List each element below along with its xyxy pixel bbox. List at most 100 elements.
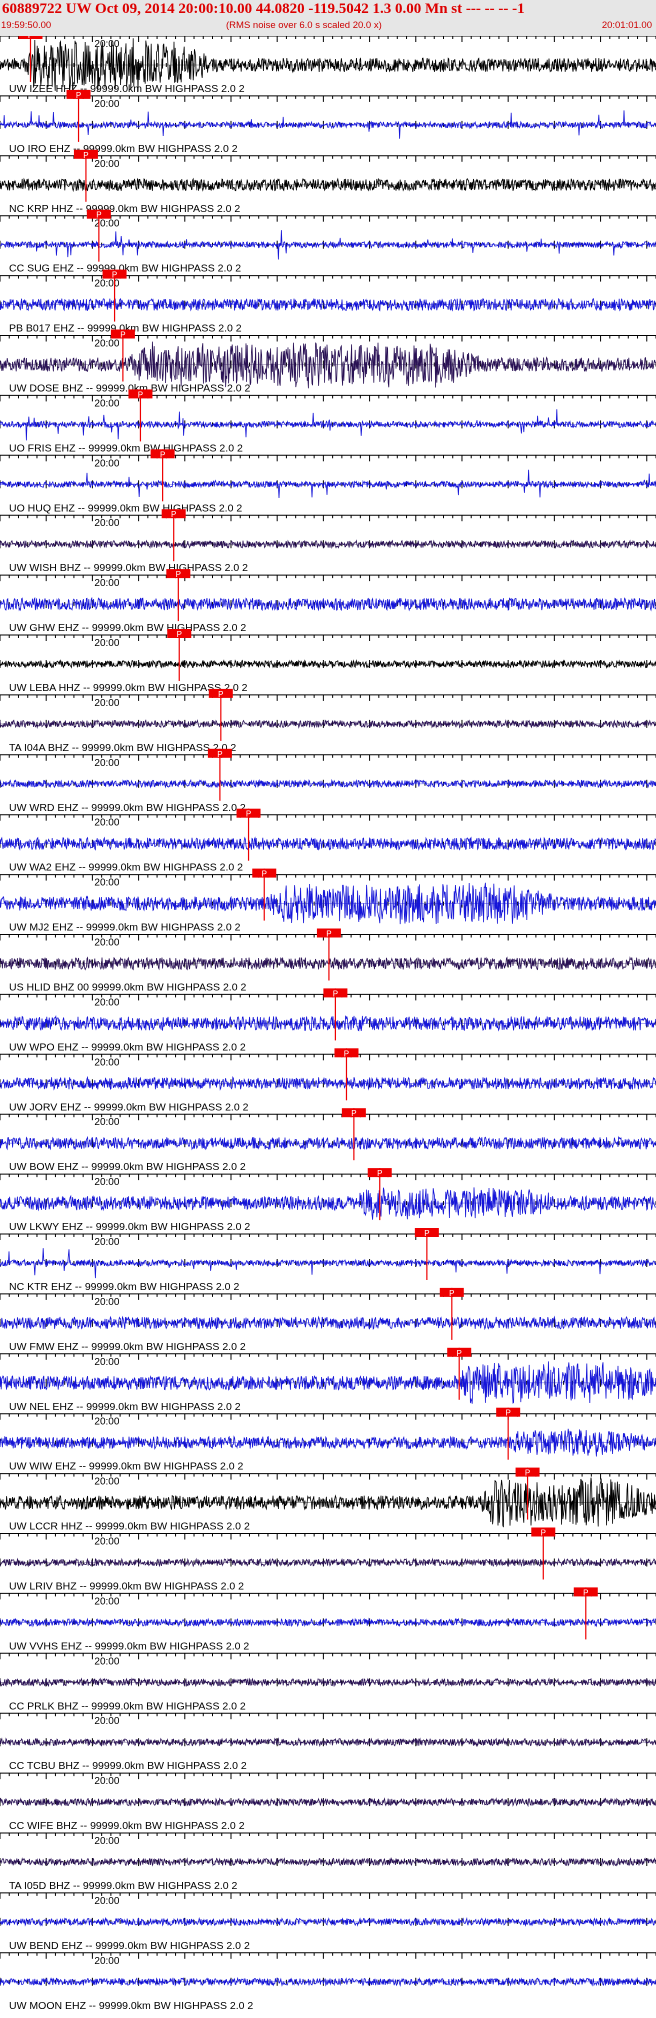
minute-mark-label: 20:00 xyxy=(94,339,119,350)
minute-mark-label: 20:00 xyxy=(94,1776,119,1787)
minute-mark-label: 20:00 xyxy=(94,159,119,170)
station-label: UW MJ2 EHZ -- 99999.0km BW HIGHPASS 2.0 … xyxy=(9,922,241,934)
pick-label: P xyxy=(112,271,117,280)
pick-label: P xyxy=(218,690,223,699)
waveform-trace xyxy=(0,409,656,441)
minute-mark-label: 20:00 xyxy=(94,1237,119,1248)
minute-mark-label: 20:00 xyxy=(94,1537,119,1548)
minute-mark-label: 20:00 xyxy=(94,279,119,290)
trace-row: 20:00 P UW LCCR HHZ -- 99999.0km BW HIGHPA… xyxy=(0,1467,656,1533)
trace-row: 20:00 P UW WPO EHZ -- 99999.0km BW HIGHPAS… xyxy=(0,988,656,1053)
station-label: UW LRIV BHZ -- 99999.0km BW HIGHPASS 2.0… xyxy=(9,1581,244,1593)
station-label: NC KRP HHZ -- 99999.0km BW HIGHPASS 2.0 … xyxy=(9,203,240,215)
trace-row: 20:00PUW IZEE HHZ -- 99999.0km BW HIGHPA… xyxy=(0,36,656,95)
trace-row: 20:00 P UW JORV EHZ -- 99999.0km BW HIGHPA… xyxy=(0,1048,656,1113)
page-title: 60889722 UW Oct 09, 2014 20:00:10.00 44.… xyxy=(2,1,525,17)
station-label: UW NEL EHZ -- 99999.0km BW HIGHPASS 2.0 … xyxy=(9,1401,241,1413)
station-label: TA I04A BHZ -- 99999.0km BW HIGHPASS 2.0… xyxy=(9,742,236,754)
pick-label: P xyxy=(217,750,222,759)
pick-label: P xyxy=(262,870,267,879)
trace-row: 20:00 CC WIFE BHZ -- 99999.0km BW HIGHPAS… xyxy=(0,1772,656,1832)
waveform-trace xyxy=(0,110,656,139)
station-label: UW IZEE HHZ -- 99999.0km BW HIGHPASS 2.0… xyxy=(9,83,245,95)
minute-mark-label: 20:00 xyxy=(94,938,119,949)
pick-label: P xyxy=(171,510,176,519)
pick-label: P xyxy=(505,1409,510,1418)
station-label: UO HUQ EHZ -- 99999.0km BW HIGHPASS 2.0 … xyxy=(9,502,242,514)
trace-row: 20:00 P UW WRD EHZ -- 99999.0km BW HIGHPAS… xyxy=(0,748,656,814)
station-label: UW LKWY EHZ -- 99999.0km BW HIGHPASS 2.0… xyxy=(9,1221,250,1233)
trace-row: 20:00 P UW NEL EHZ -- 99999.0km BW HIGHPAS… xyxy=(0,1347,656,1413)
trace-row: 20:00PPB B017 EHZ -- 99999.0km BW HIGHPA… xyxy=(0,269,656,335)
trace-row: 20:00 P UW LKWY EHZ -- 99999.0km BW HIGHPA… xyxy=(0,1168,656,1233)
station-label: UW FMW EHZ -- 99999.0km BW HIGHPASS 2.0 … xyxy=(9,1341,246,1353)
trace-row: 20:00 P TA I04A BHZ -- 99999.0km BW HIGHPA… xyxy=(0,688,656,754)
waveform-trace xyxy=(0,469,656,499)
header-bar: 60889722 UW Oct 09, 2014 20:00:10.00 44.… xyxy=(0,0,656,36)
minute-mark-label: 20:00 xyxy=(94,458,119,469)
pick-label: P xyxy=(83,151,88,160)
pick-label: P xyxy=(344,1049,349,1058)
station-label: UW WISH BHZ -- 99999.0km BW HIGHPASS 2.0… xyxy=(9,562,248,574)
trace-row: 20:00 P UW WIW EHZ -- 99999.0km BW HIGHPAS… xyxy=(0,1407,656,1473)
trace-row: 20:00 P UW BOW EHZ -- 99999.0km BW HIGHPAS… xyxy=(0,1108,656,1173)
minute-mark-label: 20:00 xyxy=(94,1417,119,1428)
trace-row: 20:00PUW LEBA HHZ -- 99999.0km BW HIGHPA… xyxy=(0,629,656,694)
trace-row: 20:00 P UW GHW EHZ -- 99999.0km BW HIGHPAS… xyxy=(0,569,656,634)
trace-row: 20:00 P NC KRP HHZ -- 99999.0km BW HIGHPAS… xyxy=(0,149,656,215)
trace-row: 20:00 P NC KTR EHZ -- 99999.0km BW HIGHPAS… xyxy=(0,1228,656,1293)
station-label: CC PRLK BHZ -- 99999.0km BW HIGHPASS 2.0… xyxy=(9,1700,246,1712)
minute-mark-label: 20:00 xyxy=(94,1836,119,1847)
station-label: TA I05D BHZ -- 99999.0km BW HIGHPASS 2.0… xyxy=(9,1880,238,1892)
trace-row: 20:00 P UW FMW EHZ -- 99999.0km BW HIGHPAS… xyxy=(0,1287,656,1353)
pick-label: P xyxy=(525,1469,530,1478)
trace-row: 20:00 P UW LRIV BHZ -- 99999.0km BW HIGHPA… xyxy=(0,1527,656,1593)
station-label: UW BOW EHZ -- 99999.0km BW HIGHPASS 2.0 … xyxy=(9,1161,246,1173)
pick-label: P xyxy=(28,36,33,40)
trace-row: 20:00 CC TCBU BHZ -- 99999.0km BW HIGHPAS… xyxy=(0,1712,656,1772)
minute-mark-label: 20:00 xyxy=(94,1596,119,1607)
pick-label: P xyxy=(351,1109,356,1118)
minute-mark-label: 20:00 xyxy=(94,1357,119,1368)
minute-mark-label: 20:00 xyxy=(94,398,119,409)
station-label: UW BEND EHZ -- 99999.0km BW HIGHPASS 2.0… xyxy=(9,1940,250,1952)
station-label: US HLID BHZ 00 99999.0km BW HIGHPASS 2.0… xyxy=(9,982,246,994)
station-label: NC KTR EHZ -- 99999.0km BW HIGHPASS 2.0 … xyxy=(9,1281,239,1293)
trace-row: 20:00 P UO HUQ EHZ -- 99999.0km BW HIGHPAS… xyxy=(0,449,656,514)
subtitle: (RMS noise over 6.0 s scaled 20.0 x) xyxy=(226,20,382,31)
minute-mark-label: 20:00 xyxy=(94,638,119,649)
pick-label: P xyxy=(583,1588,588,1597)
minute-mark-label: 20:00 xyxy=(94,518,119,529)
pick-label: P xyxy=(449,1289,454,1298)
seismogram-plot: 20:00PUW IZEE HHZ -- 99999.0km BW HIGHPA… xyxy=(0,36,656,2012)
trace-row: 20:00PUW DOSE BHZ -- 99999.0km BW HIGHPA… xyxy=(0,329,656,395)
minute-mark-label: 20:00 xyxy=(94,1896,119,1907)
station-label: CC TCBU BHZ -- 99999.0km BW HIGHPASS 2.0… xyxy=(9,1760,247,1772)
trace-row: 20:00 P UO IRO EHZ -- 99999.0km BW HIGHPAS… xyxy=(0,89,656,155)
minute-mark-label: 20:00 xyxy=(94,1117,119,1128)
pick-label: P xyxy=(160,450,165,459)
pick-label: P xyxy=(326,930,331,939)
trace-row: 20:00 P UW WA2 EHZ -- 99999.0km BW HIGHPAS… xyxy=(0,808,656,874)
station-label: UW LCCR HHZ -- 99999.0km BW HIGHPASS 2.0… xyxy=(9,1521,250,1533)
minute-mark-label: 20:00 xyxy=(94,99,119,110)
pick-label: P xyxy=(177,630,182,639)
minute-mark-label: 20:00 xyxy=(94,758,119,769)
pick-label: P xyxy=(424,1229,429,1238)
trace-row: 20:00 P UW WISH BHZ -- 99999.0km BW HIGHPA… xyxy=(0,509,656,574)
pick-label: P xyxy=(176,570,181,579)
minute-mark-label: 20:00 xyxy=(94,698,119,709)
trace-row: 20:00 P UW MJ2 EHZ -- 99999.0km BW HIGHPAS… xyxy=(0,868,656,934)
waveform-trace xyxy=(0,1187,656,1220)
minute-mark-label: 20:00 xyxy=(94,1177,119,1188)
minute-mark-label: 20:00 xyxy=(94,1656,119,1667)
trace-row: 20:00 UW BEND EHZ -- 99999.0km BW HIGHPAS… xyxy=(0,1892,656,1952)
station-label: UO FRIS EHZ -- 99999.0km BW HIGHPASS 2.0… xyxy=(9,442,243,454)
pick-label: P xyxy=(541,1529,546,1538)
station-label: UW WIW EHZ -- 99999.0km BW HIGHPASS 2.0 … xyxy=(9,1461,244,1473)
station-label: CC WIFE BHZ -- 99999.0km BW HIGHPASS 2.0… xyxy=(9,1820,245,1832)
trace-row: 20:00PCC SUG EHZ -- 99999.0km BW HIGHPAS… xyxy=(0,209,656,275)
pick-label: P xyxy=(457,1349,462,1358)
minute-mark-label: 20:00 xyxy=(94,1716,119,1727)
minute-mark-label: 20:00 xyxy=(94,818,119,829)
